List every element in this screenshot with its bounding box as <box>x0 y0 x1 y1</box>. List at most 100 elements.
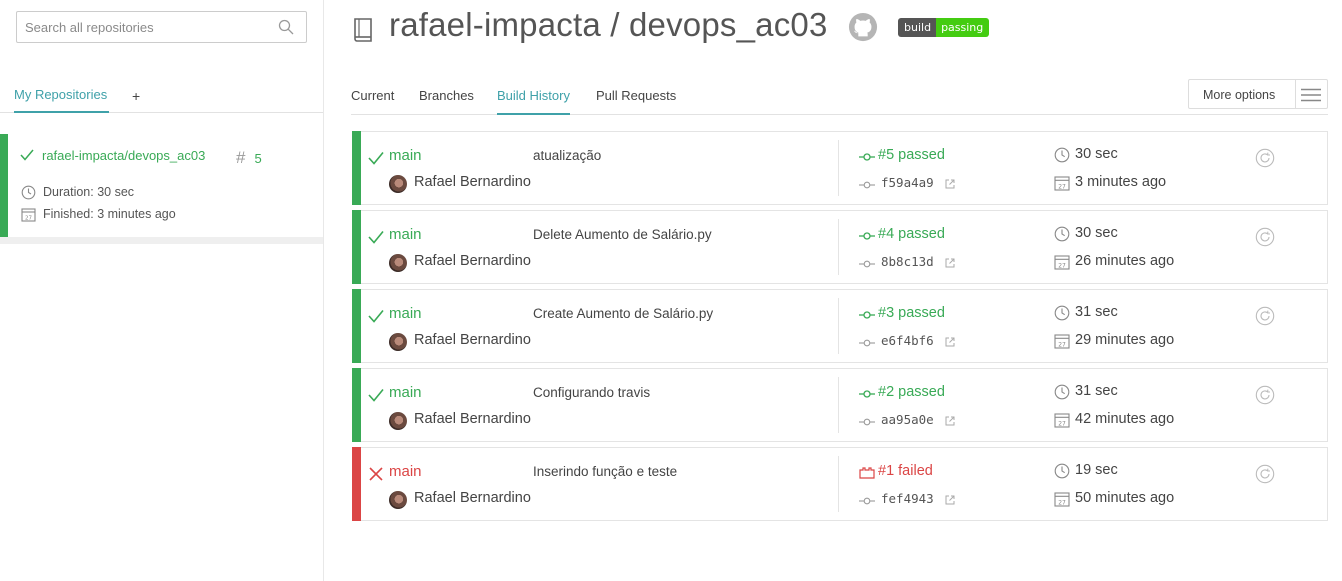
build-row-divider <box>838 377 839 433</box>
restart-build-icon[interactable] <box>1255 148 1275 168</box>
external-link-icon[interactable] <box>945 258 955 268</box>
build-branch-link[interactable]: main <box>389 463 422 480</box>
badge-label: build <box>898 18 937 37</box>
restart-build-icon[interactable] <box>1255 464 1275 484</box>
clock-icon <box>1054 147 1070 163</box>
page-title: rafael-impacta / devops_ac03 <box>389 6 828 43</box>
build-finished-time: 3 minutes ago <box>1075 174 1167 190</box>
restart-build-icon[interactable] <box>1255 227 1275 247</box>
tab-current[interactable]: Current <box>351 88 394 115</box>
more-options-separator <box>1295 80 1296 108</box>
build-author: Rafael Bernardino <box>414 253 531 269</box>
tab-my-repositories[interactable]: My Repositories <box>14 87 109 113</box>
clock-icon <box>1054 305 1070 321</box>
build-author: Rafael Bernardino <box>414 411 531 427</box>
external-link-icon[interactable] <box>945 337 955 347</box>
calendar-icon: 27 <box>1054 176 1070 191</box>
build-commit-hash[interactable]: f59a4a9 <box>881 175 934 190</box>
svg-text:27: 27 <box>1058 499 1066 506</box>
github-icon[interactable] <box>848 12 878 42</box>
check-icon <box>368 388 384 402</box>
hamburger-menu-icon[interactable] <box>1301 88 1321 102</box>
repo-name-link[interactable]: rafael-impacta/devops_ac03 <box>42 148 205 163</box>
build-author: Rafael Bernardino <box>414 174 531 190</box>
build-status-bar <box>352 131 361 205</box>
commit-icon <box>859 181 875 189</box>
tab-branches[interactable]: Branches <box>419 88 474 115</box>
build-row[interactable]: main atualização Rafael Bernardino #5 pa… <box>352 131 1328 205</box>
build-number-link[interactable]: #5 passed <box>878 147 945 163</box>
build-row-divider <box>838 140 839 196</box>
check-icon <box>368 230 384 244</box>
build-branch-link[interactable]: main <box>389 305 422 322</box>
build-number-icon <box>859 232 875 240</box>
commit-icon <box>859 497 875 505</box>
cross-icon <box>369 467 383 481</box>
build-commit-hash[interactable]: e6f4bf6 <box>881 333 934 348</box>
commit-icon <box>859 260 875 268</box>
sidebar: My Repositories + rafael-impacta/devops_… <box>0 0 324 581</box>
tab-build-history[interactable]: Build History <box>497 88 570 115</box>
build-row[interactable]: main Inserindo função e teste Rafael Ber… <box>352 447 1328 521</box>
build-branch-link[interactable]: main <box>389 226 422 243</box>
calendar-icon: 27 <box>1054 413 1070 428</box>
calendar-icon: 27 <box>1054 492 1070 507</box>
build-commit-hash[interactable]: 8b8c13d <box>881 254 934 269</box>
avatar <box>389 254 407 272</box>
build-finished-time: 26 minutes ago <box>1075 253 1175 269</box>
calendar-icon: 27 <box>21 208 36 222</box>
repo-finished-text: Finished: 3 minutes ago <box>43 207 176 221</box>
svg-text:27: 27 <box>1058 420 1066 427</box>
build-status-badge[interactable]: build passing <box>898 18 990 37</box>
build-number-link[interactable]: #2 passed <box>878 384 945 400</box>
search-icon[interactable] <box>278 19 294 35</box>
build-commit-hash[interactable]: aa95a0e <box>881 412 934 427</box>
avatar <box>389 175 407 193</box>
build-commit-message: Configurando travis <box>533 385 651 400</box>
tab-pull-requests[interactable]: Pull Requests <box>596 88 676 115</box>
repo-tabs: Current Branches Build History Pull Requ… <box>351 88 1328 115</box>
build-number-link[interactable]: #1 failed <box>878 463 933 479</box>
build-number-icon <box>859 311 875 319</box>
restart-build-icon[interactable] <box>1255 385 1275 405</box>
build-branch-link[interactable]: main <box>389 384 422 401</box>
clock-icon <box>21 185 36 200</box>
repo-duration-text: Duration: 30 sec <box>43 185 135 199</box>
build-duration: 19 sec <box>1075 462 1118 478</box>
build-commit-message: Inserindo função e teste <box>533 464 678 479</box>
repo-build-number-value: 5 <box>254 151 262 166</box>
external-link-icon[interactable] <box>945 495 955 505</box>
build-row[interactable]: main Configurando travis Rafael Bernardi… <box>352 368 1328 442</box>
build-number-link[interactable]: #3 passed <box>878 305 945 321</box>
restart-build-icon[interactable] <box>1255 306 1275 326</box>
avatar <box>389 491 407 509</box>
repo-card[interactable]: rafael-impacta/devops_ac03 #5 Duration: … <box>0 134 323 237</box>
build-duration: 31 sec <box>1075 304 1118 320</box>
build-commit-message: Create Aumento de Salário.py <box>533 306 714 321</box>
build-duration: 30 sec <box>1075 146 1118 162</box>
add-repository-button[interactable]: + <box>132 88 140 104</box>
clock-icon <box>1054 384 1070 400</box>
build-branch-link[interactable]: main <box>389 147 422 164</box>
build-commit-message: atualização <box>533 148 602 163</box>
build-number-icon <box>859 390 875 398</box>
build-row[interactable]: main Create Aumento de Salário.py Rafael… <box>352 289 1328 363</box>
check-icon <box>368 151 384 165</box>
build-number-link[interactable]: #4 passed <box>878 226 945 242</box>
svg-text:27: 27 <box>1058 262 1066 269</box>
build-row[interactable]: main Delete Aumento de Salário.py Rafael… <box>352 210 1328 284</box>
build-commit-hash[interactable]: fef4943 <box>881 491 934 506</box>
external-link-icon[interactable] <box>945 416 955 426</box>
search-box <box>16 11 307 43</box>
build-row-divider <box>838 456 839 512</box>
search-input[interactable] <box>17 12 306 42</box>
more-options-button[interactable]: More options <box>1188 79 1328 109</box>
avatar <box>389 333 407 351</box>
external-link-icon[interactable] <box>945 179 955 189</box>
build-status-bar <box>352 210 361 284</box>
build-author: Rafael Bernardino <box>414 332 531 348</box>
failed-build-icon <box>859 467 875 479</box>
commit-icon <box>859 418 875 426</box>
build-status-bar <box>352 368 361 442</box>
repo-build-number[interactable]: #5 <box>236 148 262 168</box>
